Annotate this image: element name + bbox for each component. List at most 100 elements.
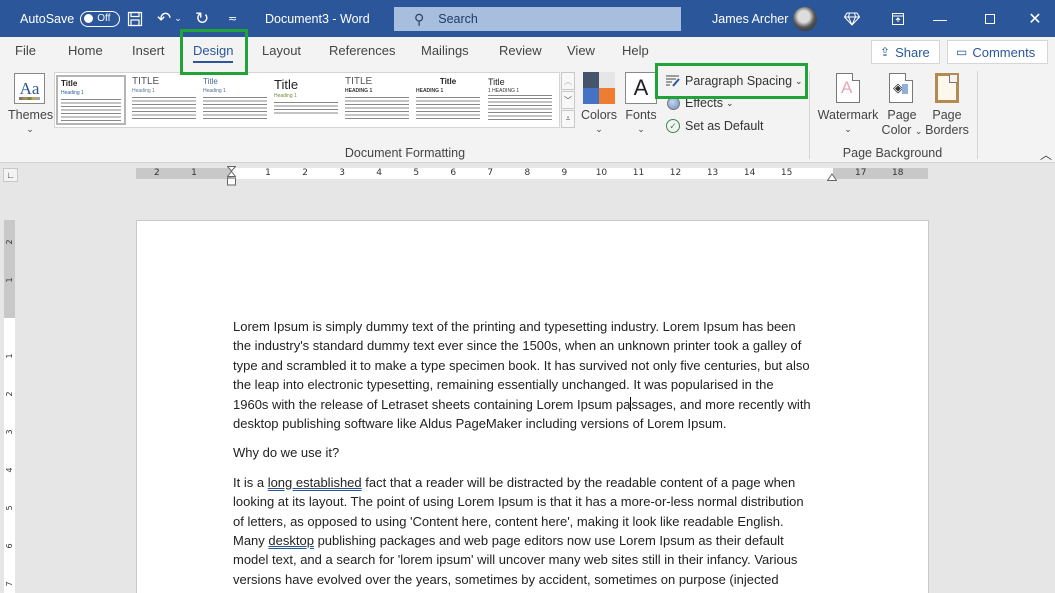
color-swatch: [599, 72, 615, 88]
tab-layout[interactable]: Layout: [262, 43, 301, 58]
ruler-tick-label: 6: [5, 543, 14, 549]
close-icon: ✕: [1028, 10, 1042, 28]
style-set-title: TITLE: [132, 76, 160, 87]
tab-view[interactable]: View: [567, 43, 595, 58]
search-placeholder: Search: [438, 12, 478, 26]
text-line: 1960s with the release of Letraset sheet…: [233, 395, 838, 414]
tab-mailings[interactable]: Mailings: [421, 43, 469, 58]
share-icon: ⇪: [880, 45, 891, 59]
ruler-tick-label: 1: [5, 353, 14, 359]
ruler-tick-label: 7: [487, 168, 494, 178]
ruler-tick-label: 5: [5, 505, 14, 511]
ruler-tick-label: 3: [5, 429, 14, 435]
watermark-label: Watermark: [817, 108, 879, 122]
style-set-title: Title: [274, 77, 299, 92]
comment-icon: ▭: [956, 45, 968, 59]
paragraph[interactable]: It is a long established fact that a rea…: [233, 473, 838, 589]
title-bar: AutoSave Off ↶ ⌄ ↻ ≂ Document3 - Word ⚲ S…: [0, 0, 1055, 37]
style-set-item[interactable]: Title 1 HEADING 1: [485, 75, 555, 125]
collapse-ribbon-button[interactable]: ︿: [1040, 146, 1052, 163]
autosave-toggle[interactable]: Off: [80, 10, 121, 27]
heading-paragraph[interactable]: Why do we use it?: [233, 443, 838, 462]
document-body[interactable]: Lorem Ipsum is simply dummy text of the …: [233, 317, 838, 593]
close-button[interactable]: ✕: [1015, 0, 1055, 37]
ruler-tick-label: 2: [302, 168, 308, 178]
chevron-down-icon: ⌄: [725, 97, 734, 108]
ruler-tick-label: 4: [376, 168, 383, 178]
minimize-icon: —: [933, 10, 947, 27]
ribbon-display-icon: [892, 12, 904, 25]
tab-review[interactable]: Review: [499, 43, 542, 58]
undo-button[interactable]: ↶ ⌄: [157, 0, 182, 37]
style-set-item[interactable]: TITLE HEADING 1: [342, 75, 412, 125]
style-set-heading: Heading 1: [132, 88, 155, 94]
fonts-label: Fonts: [625, 108, 657, 122]
gallery-more-button[interactable]: ⩡: [561, 110, 575, 128]
undo-dropdown-icon[interactable]: ⌄: [174, 13, 182, 24]
tab-home[interactable]: Home: [68, 43, 103, 58]
style-set-item[interactable]: Title HEADING 1: [413, 75, 483, 125]
grammar-flag[interactable]: long established: [268, 475, 362, 490]
text-line: versions have evolved over the years, so…: [233, 571, 779, 587]
text-line: Lorem Ipsum is simply dummy text of the …: [233, 319, 796, 334]
comments-button[interactable]: ▭ Comments: [947, 40, 1048, 64]
horizontal-ruler[interactable]: 2 1 1 2 3 4 5 6 7 8 9 10 11 12 13 14 15 17 18: [136, 168, 928, 179]
themes-icon: Aa: [14, 73, 45, 104]
ruler-tick-label: 1: [191, 168, 197, 178]
vertical-ruler[interactable]: 2 1 1 2 3 4 5 6 7: [4, 220, 15, 593]
tab-help[interactable]: Help: [622, 43, 649, 58]
gallery-scroll-up-button[interactable]: ︿: [561, 72, 575, 90]
search-icon: ⚲: [414, 10, 425, 27]
share-button[interactable]: ⇪ Share: [871, 40, 940, 64]
grammar-flag[interactable]: desktop: [268, 533, 314, 548]
gallery-scroll-down-button[interactable]: ﹀: [561, 91, 575, 109]
premium-button[interactable]: [832, 0, 872, 37]
color-swatch: [599, 88, 615, 104]
style-set-item[interactable]: Title Heading 1: [271, 75, 341, 125]
undo-icon: ↶: [157, 8, 172, 28]
diamond-icon: [844, 12, 860, 26]
themes-icon-text: Aa: [19, 78, 40, 98]
avatar[interactable]: [793, 7, 817, 31]
page-color-icon: ◈: [889, 73, 913, 103]
ruler-tick-label: 18: [892, 168, 904, 178]
group-label-page-background: Page Background: [842, 146, 943, 160]
maximize-button[interactable]: [970, 0, 1010, 37]
style-set-body: [416, 97, 480, 119]
ruler-tick-label: 2: [154, 168, 160, 178]
style-set-item[interactable]: Title Heading 1: [200, 75, 270, 125]
ruler-tick-label: 14: [743, 168, 756, 178]
page-color-label-line2: Color: [881, 123, 912, 137]
search-box[interactable]: ⚲ Search: [394, 7, 681, 31]
color-swatch: [583, 72, 599, 88]
group-separator: [809, 71, 810, 159]
ribbon-display-options-button[interactable]: [878, 0, 918, 37]
tab-file[interactable]: File: [15, 43, 36, 58]
style-set-item[interactable]: TITLE Heading 1: [129, 75, 199, 125]
indent-marker[interactable]: [227, 166, 236, 186]
autosave-control[interactable]: AutoSave Off: [20, 0, 121, 37]
color-swatch: [583, 88, 599, 104]
top-margin-area: [4, 220, 15, 318]
save-button[interactable]: [127, 0, 143, 37]
user-name[interactable]: James Archer: [712, 0, 788, 37]
style-set-item[interactable]: Title Heading 1: [56, 75, 126, 125]
right-indent-marker[interactable]: [827, 171, 837, 181]
page-borders-icon: [935, 73, 959, 103]
tab-references[interactable]: References: [329, 43, 395, 58]
minimize-button[interactable]: —: [920, 0, 960, 37]
themes-label: Themes: [8, 108, 54, 122]
group-separator: [977, 71, 978, 159]
ruler-tick-label: 6: [450, 168, 457, 178]
text-span: It is a: [233, 474, 268, 490]
style-set-body: [61, 99, 121, 121]
ruler-tick-label: 1: [5, 277, 14, 283]
highlight-design-tab: [180, 29, 248, 75]
set-as-default-button[interactable]: ✓ Set as Default: [665, 118, 764, 134]
style-set-heading: Heading 1: [274, 93, 297, 99]
tab-stop-selector[interactable]: ∟: [3, 168, 18, 182]
tab-insert[interactable]: Insert: [132, 43, 165, 58]
watermark-icon: A: [836, 73, 860, 103]
document-page[interactable]: Lorem Ipsum is simply dummy text of the …: [136, 220, 929, 593]
paragraph[interactable]: Lorem Ipsum is simply dummy text of the …: [233, 317, 838, 433]
